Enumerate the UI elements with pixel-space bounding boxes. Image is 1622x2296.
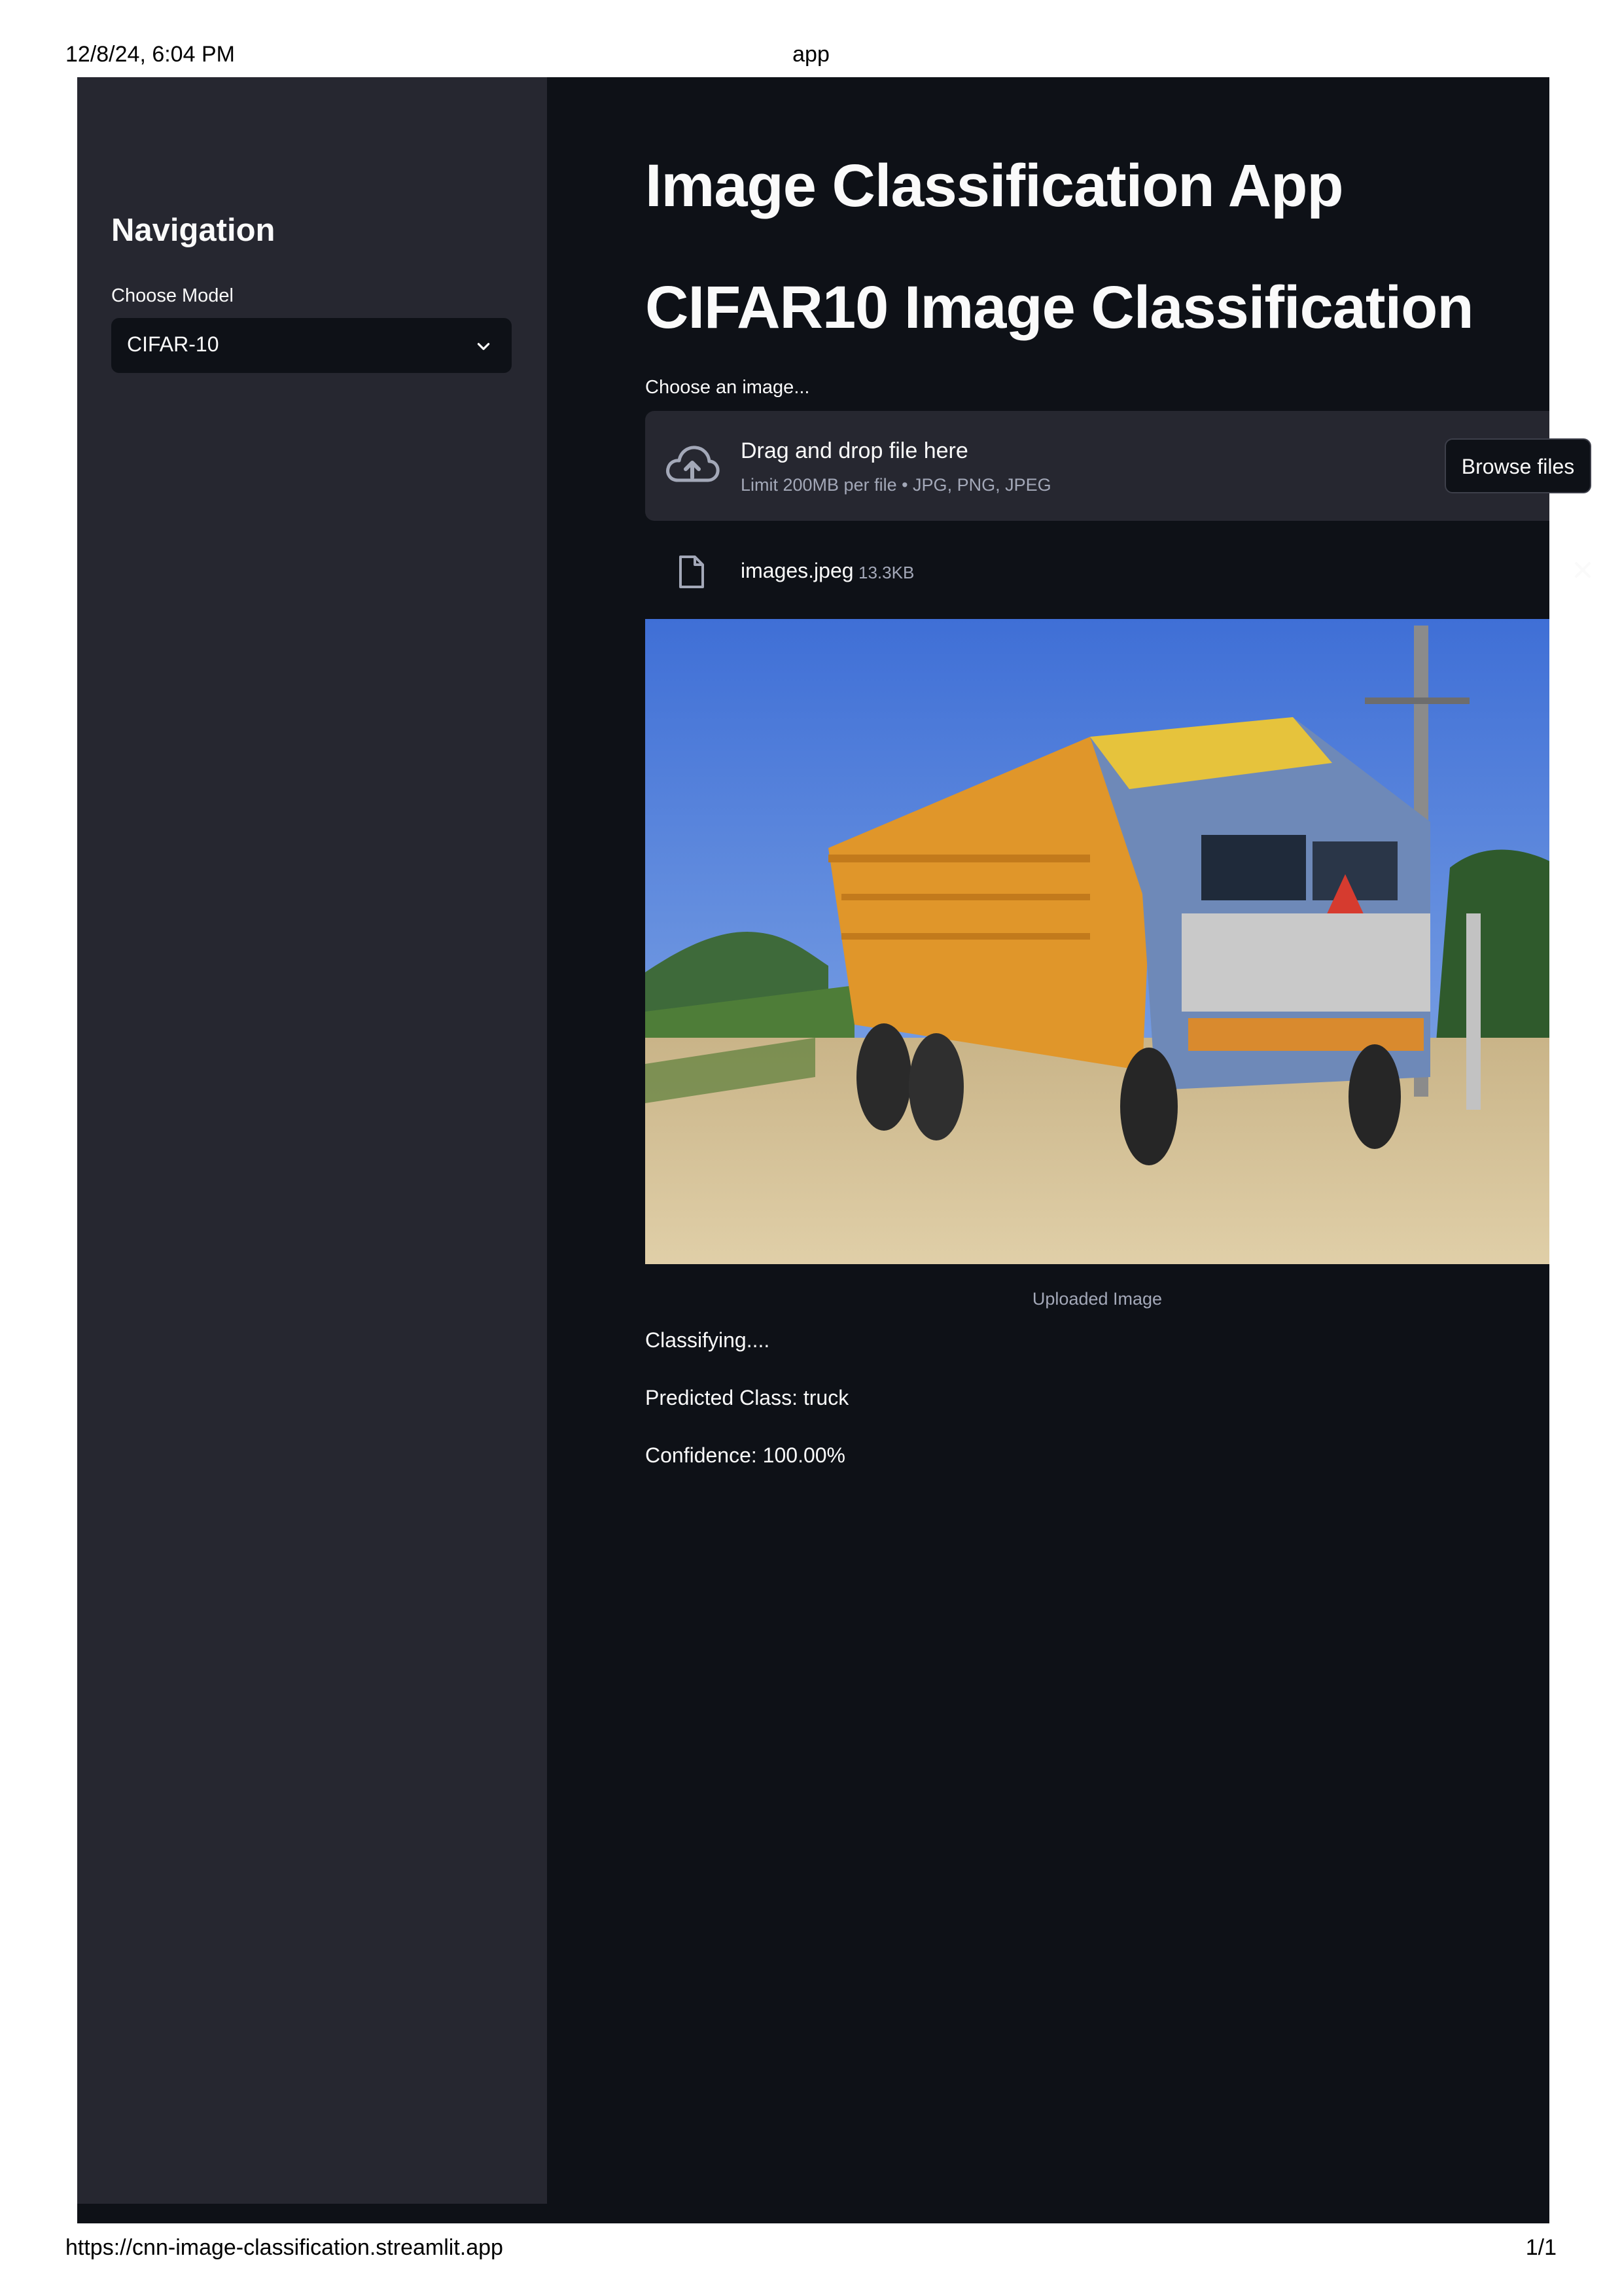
file-icon [679, 556, 704, 588]
uploader-label: Choose an image... [645, 377, 810, 398]
dropzone-title: Drag and drop file here [741, 438, 968, 463]
main-content: Image Classification App CIFAR10 Image C… [547, 77, 1591, 2223]
uploaded-file-row: images.jpeg 13.3KB [645, 535, 1591, 607]
print-page-number: 1/1 [1525, 2235, 1557, 2260]
model-select-value: CIFAR-10 [127, 332, 219, 356]
browse-files-button[interactable]: Browse files [1445, 438, 1591, 493]
cloud-upload-icon [666, 446, 720, 482]
classifying-status: Classifying.... [645, 1328, 770, 1352]
page-title: Image Classification App [645, 152, 1344, 219]
print-url: https://cnn-image-classification.streaml… [65, 2235, 503, 2260]
file-name: images.jpeg [741, 559, 854, 582]
page-subtitle: CIFAR10 Image Classification [645, 274, 1474, 341]
file-dropzone[interactable]: Drag and drop file here Limit 200MB per … [645, 411, 1591, 521]
model-select[interactable]: CIFAR-10 [111, 318, 512, 373]
image-caption: Uploaded Image [1032, 1289, 1163, 1309]
model-select-label: Choose Model [111, 285, 234, 306]
app-window: Navigation Choose Model CIFAR-10 Image C… [77, 77, 1591, 2223]
confidence-value: Confidence: 100.00% [645, 1443, 845, 1467]
file-size: 13.3KB [858, 563, 915, 582]
close-icon[interactable] [1573, 560, 1593, 580]
dropzone-limit: Limit 200MB per file • JPG, PNG, JPEG [741, 475, 1051, 495]
predicted-class: Predicted Class: truck [645, 1386, 849, 1409]
print-page-title: app [792, 42, 830, 67]
truck-photo [645, 619, 1549, 1264]
chevron-down-icon [477, 343, 490, 350]
sidebar: Navigation Choose Model CIFAR-10 [77, 77, 547, 2204]
sidebar-title: Navigation [111, 213, 275, 248]
uploaded-image [645, 619, 1549, 1264]
